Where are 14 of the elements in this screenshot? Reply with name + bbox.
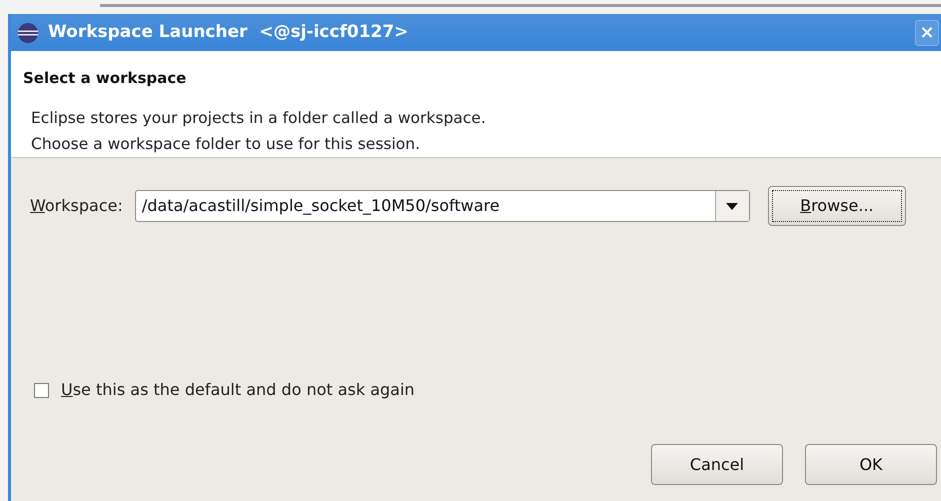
eclipse-logo-icon	[17, 22, 39, 44]
browse-button[interactable]: Browse...	[768, 186, 906, 226]
window-title: Workspace Launcher <@sj-iccf0127>	[48, 20, 408, 44]
workspace-combo[interactable]: /data/acastill/simple_socket_10M50/software	[134, 190, 750, 222]
header-title: Select a workspace	[23, 68, 188, 89]
checkbox-label[interactable]: Use this as the default and do not ask again	[61, 378, 415, 402]
dialog-button[interactable]: Cancel	[651, 444, 783, 485]
description-text: Eclipse stores your projects in a folder called a workspace.	[31, 108, 487, 128]
workspace-label: Workspace:	[30, 195, 123, 217]
description-text: Choose a workspace folder to use for this session.	[31, 134, 422, 154]
dropdown-icon[interactable]	[726, 202, 738, 210]
dialog-button[interactable]: OK	[805, 444, 937, 485]
workspace-path: /data/acastill/simple_socket_10M50/software	[140, 195, 501, 217]
checkbox[interactable]	[34, 382, 49, 398]
